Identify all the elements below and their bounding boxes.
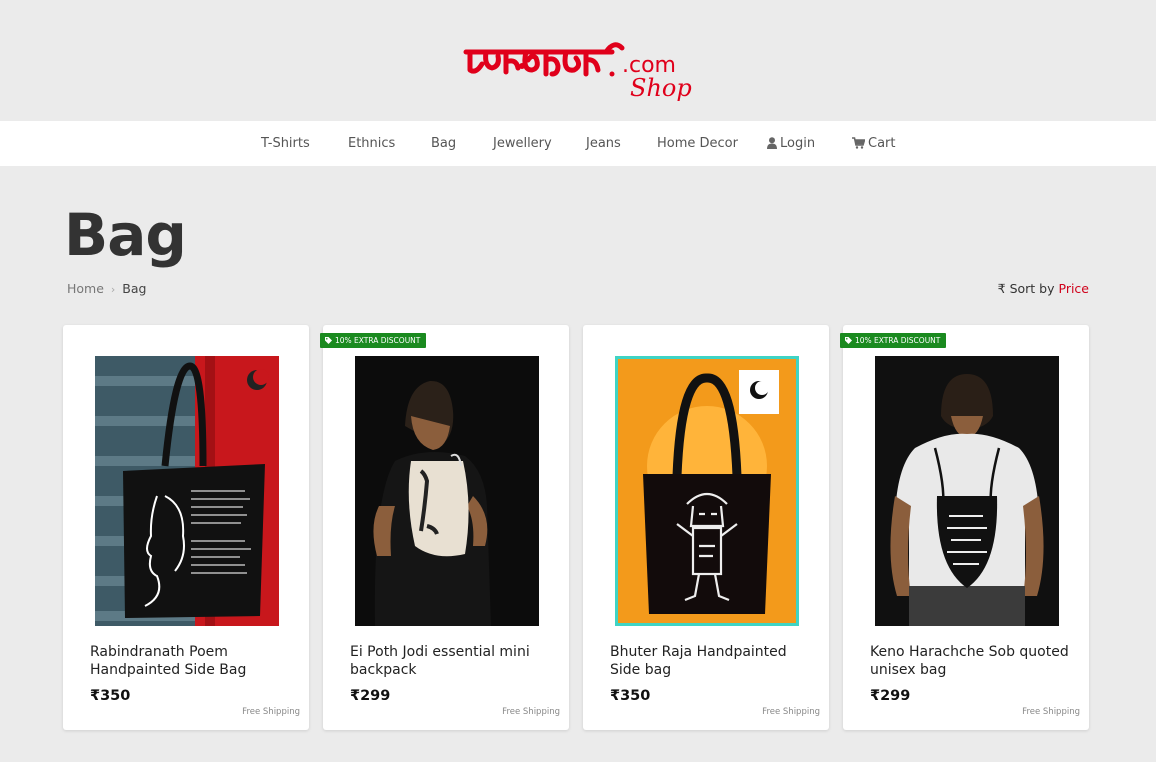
nav-item-jewellery[interactable]: Jewellery <box>493 121 552 166</box>
product-name[interactable]: Ei Poth Jodi essential mini backpack <box>350 643 550 679</box>
breadcrumb-separator-icon: › <box>110 283 116 296</box>
breadcrumb: Home › Bag <box>67 280 146 299</box>
sort-control: ₹ Sort by Price <box>998 280 1089 298</box>
product-card[interactable]: Bhuter Raja Handpainted Side bag ₹350 Fr… <box>583 325 829 730</box>
logo-shop-text: Shop <box>630 74 692 102</box>
sort-by-price-link[interactable]: Price <box>1059 281 1090 296</box>
rupee-icon: ₹ <box>997 281 1006 296</box>
nav-item-login[interactable]: Login <box>767 121 815 166</box>
product-name[interactable]: Rabindranath Poem Handpainted Side Bag <box>90 643 290 679</box>
product-image[interactable] <box>355 356 539 626</box>
discount-badge-label: 10% EXTRA DISCOUNT <box>335 336 421 345</box>
tag-icon <box>325 334 332 344</box>
page-title: Bag <box>64 201 187 269</box>
sort-label: Sort by <box>1009 281 1055 296</box>
product-name[interactable]: Keno Harachche Sob quoted unisex bag <box>870 643 1070 679</box>
product-image[interactable] <box>615 356 799 626</box>
nav-item-bag[interactable]: Bag <box>431 121 456 166</box>
product-card[interactable]: Rabindranath Poem Handpainted Side Bag ₹… <box>63 325 309 730</box>
breadcrumb-home[interactable]: Home <box>67 281 104 296</box>
tag-icon <box>845 334 852 344</box>
site-header: .com Shop <box>0 0 1156 121</box>
nav-item-tshirts[interactable]: T-Shirts <box>261 121 310 166</box>
nav-login-label: Login <box>780 136 816 151</box>
discount-badge: 10% EXTRA DISCOUNT <box>840 333 947 348</box>
product-price: ₹350 <box>90 688 131 704</box>
nav-item-home-decor[interactable]: Home Decor <box>657 121 738 166</box>
product-image[interactable] <box>95 356 279 626</box>
product-card[interactable]: Ei Poth Jodi essential mini backpack ₹29… <box>323 325 569 730</box>
product-price: ₹299 <box>870 688 911 704</box>
main-nav: T-Shirts Ethnics Bag Jewellery Jeans Hom… <box>0 121 1156 166</box>
product-card[interactable]: Keno Harachche Sob quoted unisex bag ₹29… <box>843 325 1089 730</box>
breadcrumb-current: Bag <box>122 281 147 296</box>
nav-item-cart[interactable]: Cart <box>852 121 896 166</box>
site-logo[interactable]: .com Shop <box>462 30 694 106</box>
product-image[interactable] <box>875 356 1059 626</box>
nav-item-jeans[interactable]: Jeans <box>586 121 621 166</box>
product-price: ₹299 <box>350 688 391 704</box>
free-shipping-label: Free Shipping <box>502 707 560 717</box>
discount-badge: 10% EXTRA DISCOUNT <box>320 333 427 348</box>
product-name[interactable]: Bhuter Raja Handpainted Side bag <box>610 643 810 679</box>
product-price: ₹350 <box>610 688 651 704</box>
cart-icon <box>852 123 866 168</box>
free-shipping-label: Free Shipping <box>1022 707 1080 717</box>
free-shipping-label: Free Shipping <box>242 707 300 717</box>
user-icon <box>767 123 777 168</box>
nav-item-ethnics[interactable]: Ethnics <box>348 121 395 166</box>
free-shipping-label: Free Shipping <box>762 707 820 717</box>
nav-cart-label: Cart <box>868 136 896 151</box>
discount-badge-label: 10% EXTRA DISCOUNT <box>855 336 941 345</box>
